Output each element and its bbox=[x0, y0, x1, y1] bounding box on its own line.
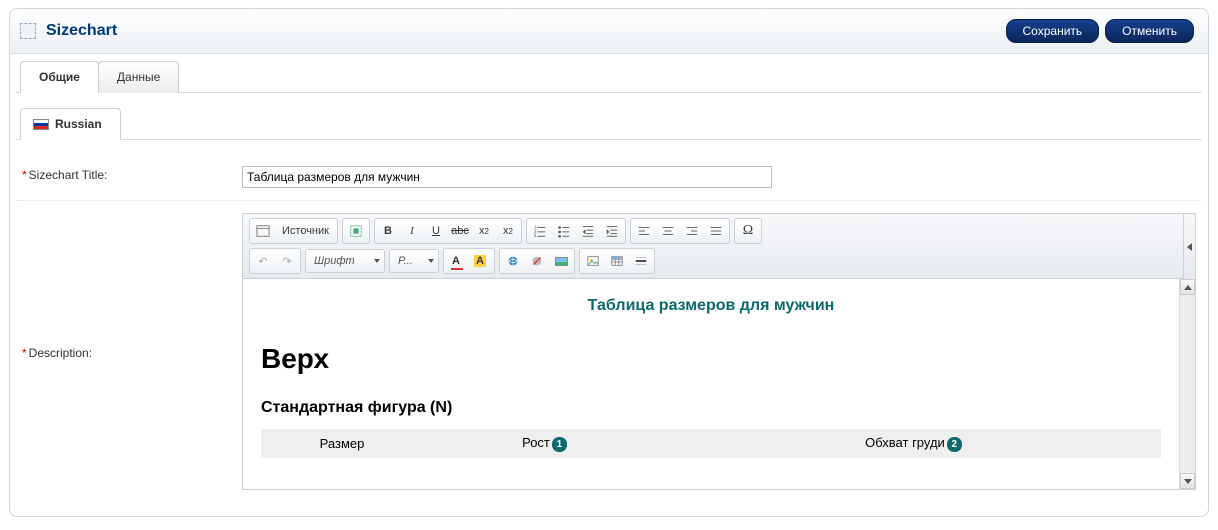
bold-button[interactable]: B bbox=[377, 221, 399, 241]
toolbar-collapse-handle[interactable] bbox=[1183, 214, 1195, 279]
flag-ru-icon bbox=[33, 119, 49, 130]
anchor-button[interactable] bbox=[550, 251, 572, 271]
badge-1: 1 bbox=[552, 437, 567, 452]
svg-text:3: 3 bbox=[534, 233, 537, 238]
unlink-button[interactable] bbox=[526, 251, 548, 271]
strike-button[interactable]: abc bbox=[449, 221, 471, 241]
editor-scrollbar[interactable] bbox=[1179, 279, 1195, 489]
select-all-icon[interactable] bbox=[345, 221, 367, 241]
editor-toolbar: Источник B I U abc x2 bbox=[243, 214, 1183, 279]
main-tabs: Общие Данные bbox=[16, 60, 1202, 93]
chevron-down-icon bbox=[374, 259, 380, 263]
cancel-button[interactable]: Отменить bbox=[1105, 19, 1194, 43]
required-marker: * bbox=[22, 346, 27, 360]
redo-button[interactable]: ↷ bbox=[276, 251, 298, 271]
special-char-button[interactable]: Ω bbox=[737, 221, 759, 241]
align-center-button[interactable] bbox=[657, 221, 679, 241]
tab-lang-russian[interactable]: Russian bbox=[20, 108, 121, 140]
link-button[interactable] bbox=[502, 251, 524, 271]
save-button[interactable]: Сохранить bbox=[1006, 19, 1100, 43]
wysiwyg-editor: Источник B I U abc x2 bbox=[242, 213, 1196, 490]
doc-heading-top: Верх bbox=[261, 343, 1161, 375]
col-height: Рост1 bbox=[423, 429, 666, 458]
outdent-button[interactable] bbox=[577, 221, 599, 241]
size-table: Размер Рост1 Обхват груди2 bbox=[261, 429, 1161, 458]
italic-button[interactable]: I bbox=[401, 221, 423, 241]
scroll-up-button[interactable] bbox=[1180, 279, 1195, 295]
editor-content[interactable]: Таблица размеров для мужчин Верх Стандар… bbox=[243, 279, 1179, 489]
title-label: *Sizechart Title: bbox=[22, 166, 242, 182]
indent-button[interactable] bbox=[601, 221, 623, 241]
row-description: *Description: Источник bbox=[16, 201, 1202, 502]
underline-button[interactable]: U bbox=[425, 221, 447, 241]
arrow-up-icon bbox=[1184, 285, 1192, 290]
badge-2: 2 bbox=[947, 437, 962, 452]
source-icon[interactable] bbox=[252, 221, 274, 241]
doc-heading-figure: Стандартная фигура (N) bbox=[261, 399, 1161, 417]
superscript-button[interactable]: x2 bbox=[497, 221, 519, 241]
font-dropdown[interactable]: Шрифт bbox=[305, 249, 385, 273]
text-color-button[interactable]: A bbox=[446, 251, 468, 271]
numbered-list-button[interactable]: 123 bbox=[529, 221, 551, 241]
required-marker: * bbox=[22, 168, 27, 182]
tab-data[interactable]: Данные bbox=[98, 61, 179, 93]
language-tabs: Russian bbox=[16, 107, 1202, 140]
undo-button[interactable]: ↶ bbox=[252, 251, 274, 271]
font-size-dropdown[interactable]: Р... bbox=[389, 249, 439, 273]
align-left-button[interactable] bbox=[633, 221, 655, 241]
row-title: *Sizechart Title: bbox=[16, 154, 1202, 201]
hr-button[interactable] bbox=[630, 251, 652, 271]
page-title: Sizechart bbox=[46, 22, 1000, 40]
description-label: *Description: bbox=[22, 344, 242, 360]
tab-general[interactable]: Общие bbox=[20, 61, 99, 93]
table-button[interactable] bbox=[606, 251, 628, 271]
panel-header: Sizechart Сохранить Отменить bbox=[10, 9, 1208, 54]
scroll-down-button[interactable] bbox=[1180, 473, 1195, 489]
panel: Sizechart Сохранить Отменить Общие Данны… bbox=[9, 8, 1209, 517]
col-size: Размер bbox=[261, 429, 423, 458]
source-button[interactable]: Источник bbox=[276, 221, 335, 241]
tab-lang-label: Russian bbox=[55, 117, 102, 131]
sizechart-title-input[interactable] bbox=[242, 166, 772, 188]
col-chest: Обхват груди2 bbox=[666, 429, 1161, 458]
image-button[interactable] bbox=[582, 251, 604, 271]
bullet-list-button[interactable] bbox=[553, 221, 575, 241]
chevron-down-icon bbox=[428, 259, 434, 263]
bg-color-button[interactable]: A bbox=[470, 251, 492, 271]
module-icon bbox=[20, 23, 36, 39]
align-justify-button[interactable] bbox=[705, 221, 727, 241]
doc-title: Таблица размеров для мужчин bbox=[261, 297, 1161, 315]
chevron-left-icon bbox=[1187, 243, 1192, 251]
panel-body: Общие Данные Russian *Sizechart Title: *… bbox=[10, 54, 1208, 516]
arrow-down-icon bbox=[1184, 479, 1192, 484]
subscript-button[interactable]: x2 bbox=[473, 221, 495, 241]
align-right-button[interactable] bbox=[681, 221, 703, 241]
